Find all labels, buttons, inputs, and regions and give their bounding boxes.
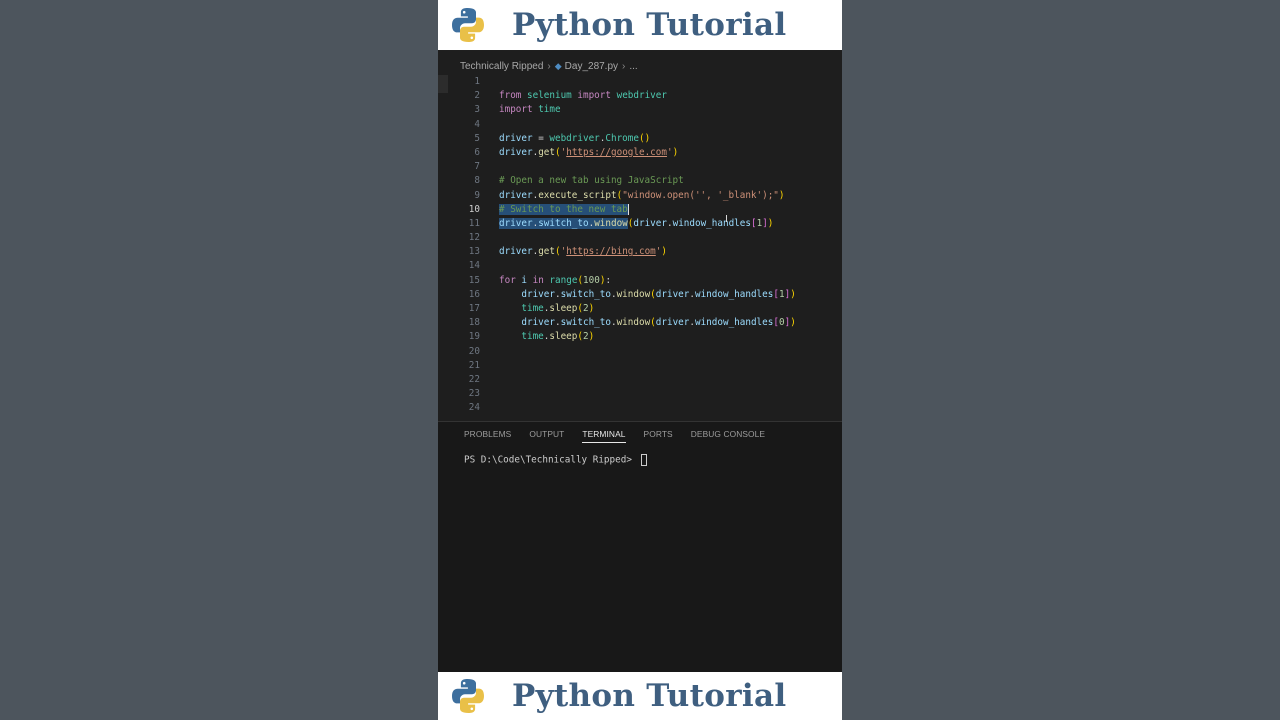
chevron-right-icon: › — [622, 61, 626, 72]
line-text: time.sleep(2) — [521, 331, 595, 343]
python-file-icon: ◆ — [554, 61, 562, 71]
line-text: time.sleep(2) — [521, 303, 595, 314]
python-logo-icon — [452, 8, 484, 42]
code-line[interactable]: 5 driver = webdriver.Chrome() — [438, 132, 842, 146]
line-text: driver.execute_script("window.open('', '… — [499, 189, 785, 201]
line-number: 23 — [468, 388, 480, 400]
line-number: 12 — [468, 232, 480, 244]
terminal[interactable]: PS D:\Code\Technically Ripped> — [464, 454, 647, 466]
line-number: 2 — [474, 90, 480, 102]
code-line[interactable]: 21 — [438, 359, 842, 373]
bottom-banner: Python Tutorial — [438, 672, 842, 720]
line-text: driver.switch_to.window(driver.window_ha… — [499, 217, 774, 229]
line-number: 7 — [474, 161, 480, 173]
line-text: driver.get('https://google.com') — [499, 146, 679, 158]
line-number: 11 — [468, 217, 480, 229]
python-logo-icon — [452, 679, 484, 713]
line-text: from selenium import webdriver — [499, 90, 667, 102]
line-number: 6 — [474, 146, 480, 158]
line-number: 18 — [468, 317, 480, 329]
code-line[interactable]: 8 # Open a new tab using JavaScript — [438, 174, 842, 188]
tab-problems[interactable]: PROBLEMS — [464, 429, 511, 443]
code-line[interactable]: 4 — [438, 118, 842, 132]
line-number: 13 — [468, 246, 480, 258]
breadcrumb: Technically Ripped › ◆ Day_287.py ›... — [460, 61, 638, 72]
line-number: 19 — [468, 331, 480, 343]
line-text: driver.switch_to.window(driver.window_ha… — [521, 288, 796, 300]
code-line[interactable]: 16 driver.switch_to.window(driver.window… — [438, 288, 842, 302]
right-backdrop — [842, 0, 1280, 720]
line-text: driver.get('https://bing.com') — [499, 246, 667, 258]
line-text: driver.switch_to.window(driver.window_ha… — [521, 317, 796, 329]
line-text: # Switch to the new tab — [499, 203, 629, 215]
code-line[interactable]: 20 — [438, 345, 842, 359]
code-line[interactable]: 11 driver.switch_to.window(driver.window_… — [438, 217, 842, 231]
code-line[interactable]: 1 — [438, 75, 842, 89]
code-editor[interactable]: Technically Ripped › ◆ Day_287.py ›... 1 2 fro… — [438, 51, 842, 421]
text-cursor-icon: I — [725, 214, 728, 225]
line-number: 1 — [474, 76, 480, 87]
line-text: import time — [499, 104, 561, 116]
line-number: 24 — [468, 402, 480, 414]
breadcrumb-ellipsis[interactable]: ... — [629, 61, 637, 72]
line-number: 8 — [474, 175, 480, 187]
banner-title: Python Tutorial — [512, 678, 787, 714]
code-line[interactable]: 22 — [438, 373, 842, 387]
tab-output[interactable]: OUTPUT — [529, 429, 564, 443]
line-number: 5 — [474, 132, 480, 144]
breadcrumb-file[interactable]: Day_287.py — [565, 61, 618, 72]
code-line[interactable]: 23 — [438, 387, 842, 401]
line-number: 22 — [468, 373, 480, 385]
line-number: 21 — [468, 359, 480, 371]
line-number: 14 — [468, 260, 480, 272]
code-line[interactable]: 14 — [438, 259, 842, 273]
line-text: driver = webdriver.Chrome() — [499, 132, 651, 144]
code-line[interactable]: 9 driver.execute_script("window.open('', … — [438, 189, 842, 203]
tab-terminal[interactable]: TERMINAL — [582, 429, 626, 443]
code-line[interactable]: 18 driver.switch_to.window(driver.window… — [438, 316, 842, 330]
tab-ports[interactable]: PORTS — [644, 429, 673, 443]
video-frame: Python Tutorial Technically Ripped › ◆ Day_… — [438, 0, 842, 720]
chevron-right-icon: › — [547, 61, 551, 72]
code-line[interactable]: 6 driver.get('https://google.com') — [438, 146, 842, 160]
terminal-prompt: PS D:\Code\Technically Ripped> — [464, 454, 638, 466]
code-line[interactable]: 15 for i in range(100): — [438, 274, 842, 288]
bottom-panel: PROBLEMS OUTPUT TERMINAL PORTS DEBUG CONSOLE… — [438, 422, 842, 672]
code-line[interactable]: 10 # Switch to the new tab — [438, 203, 842, 217]
line-number: 4 — [474, 118, 480, 130]
line-text: # Open a new tab using JavaScript — [499, 175, 684, 187]
line-number: 15 — [468, 274, 480, 286]
code-line[interactable]: 7 — [438, 160, 842, 174]
terminal-cursor — [640, 454, 647, 466]
code-lines[interactable]: 1 2 from selenium import webdriver 3 import … — [438, 75, 842, 416]
line-number: 10 — [468, 203, 480, 215]
top-banner: Python Tutorial — [438, 0, 842, 50]
code-line[interactable]: 17 time.sleep(2) — [438, 302, 842, 316]
line-number: 3 — [474, 104, 480, 116]
left-backdrop — [0, 0, 438, 720]
code-line[interactable]: 2 from selenium import webdriver — [438, 89, 842, 103]
panel-tabs: PROBLEMS OUTPUT TERMINAL PORTS DEBUG CONSOLE — [464, 429, 765, 443]
code-line[interactable]: 24 — [438, 401, 842, 415]
line-number: 17 — [468, 303, 480, 314]
line-number: 16 — [468, 288, 480, 300]
code-line[interactable]: 12 — [438, 231, 842, 245]
line-text: for i in range(100): — [499, 274, 612, 286]
tab-debug-console[interactable]: DEBUG CONSOLE — [691, 429, 765, 443]
line-number: 9 — [474, 189, 480, 201]
code-line[interactable]: 13 driver.get('https://bing.com') — [438, 245, 842, 259]
banner-title: Python Tutorial — [512, 7, 787, 43]
code-line[interactable]: 3 import time — [438, 103, 842, 117]
code-line[interactable]: 19 time.sleep(2) — [438, 330, 842, 344]
breadcrumb-folder[interactable]: Technically Ripped — [460, 61, 543, 72]
line-number: 20 — [468, 345, 480, 357]
